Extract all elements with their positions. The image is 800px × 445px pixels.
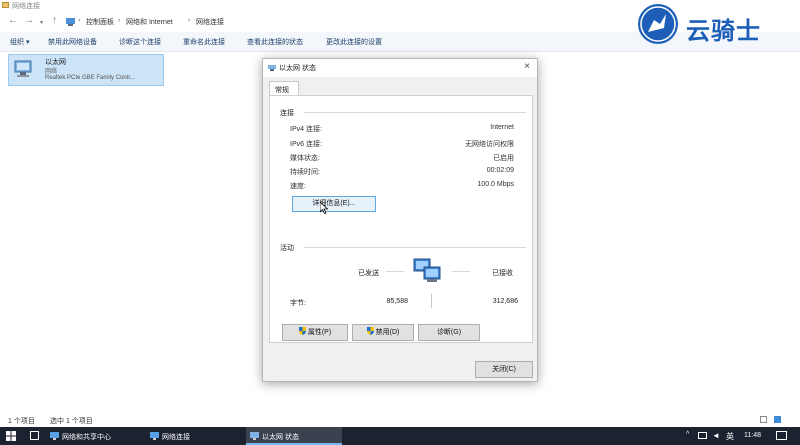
- disable-button[interactable]: 禁用(D): [352, 324, 414, 341]
- dialog-title: 以太网 状态: [279, 65, 316, 72]
- activity-section-header: 活动: [280, 245, 294, 252]
- taskbar-item-label: 以太网 状态: [262, 434, 299, 441]
- clock[interactable]: 11:48: [744, 432, 761, 439]
- breadcrumb-separator: ›: [78, 17, 81, 24]
- forward-button[interactable]: →: [24, 16, 34, 26]
- volume-icon[interactable]: ◄: [712, 431, 720, 440]
- taskbar-item-network-center[interactable]: 网络和共享中心: [46, 427, 140, 445]
- tab-general[interactable]: 常规: [269, 81, 299, 96]
- bytes-received-value: 312,686: [492, 298, 518, 305]
- details-button[interactable]: 详细信息(E)...: [292, 196, 376, 212]
- knight-logo-icon: [638, 4, 678, 44]
- connection-section-header: 连接: [280, 110, 294, 117]
- dialog-titlebar: 以太网 状态 ×: [263, 59, 537, 77]
- media-state-value: 已启用: [493, 155, 514, 162]
- back-button[interactable]: ←: [8, 16, 18, 26]
- item-status: 网络: [45, 69, 58, 75]
- control-panel-icon: [66, 18, 75, 26]
- control-panel-icon: [50, 432, 59, 440]
- taskbar-item-network-connections[interactable]: 网络连接: [146, 427, 242, 445]
- received-line: [452, 271, 470, 272]
- tab-general-label: 常规: [275, 87, 289, 94]
- watermark-text: 云骑士: [686, 18, 761, 45]
- network-tray-icon[interactable]: [698, 432, 707, 439]
- ipv4-value: Internet: [490, 124, 514, 131]
- taskbar-item-label: 网络连接: [162, 434, 190, 441]
- notification-icon[interactable]: [776, 431, 787, 440]
- tab-panel-general: 连接 IPv4 连接: Internet IPv6 连接: 无网络访问权限 媒体…: [269, 95, 533, 343]
- disable-device-command[interactable]: 禁用此网络设备: [48, 37, 97, 47]
- bytes-sent-value: 85,588: [386, 298, 408, 305]
- speed-value: 100.0 Mbps: [477, 181, 514, 188]
- properties-button[interactable]: 属性(P): [282, 324, 348, 341]
- ethernet-status-dialog: 以太网 状态 × 常规 连接 IPv4 连接: Internet IPv6 连接…: [262, 58, 538, 382]
- shield-icon: [366, 327, 374, 335]
- item-count: 1 个项目: [8, 418, 35, 425]
- diagnose-command[interactable]: 诊断这个连接: [119, 37, 161, 47]
- taskbar-item-label: 网络和共享中心: [62, 434, 111, 441]
- network-icon: [250, 432, 259, 440]
- status-bar: 1 个项目 选中 1 个项目: [0, 414, 800, 427]
- mouse-cursor-icon: [320, 202, 328, 214]
- disable-label: 禁用(D): [375, 329, 400, 336]
- breadcrumb-network-connections[interactable]: 网络连接: [196, 17, 224, 27]
- media-state-label: 媒体状态:: [290, 155, 320, 162]
- bytes-label: 字节:: [290, 300, 306, 307]
- close-button[interactable]: 关闭(C): [475, 361, 533, 378]
- task-view-icon[interactable]: [30, 431, 39, 440]
- window-title: 网络连接: [12, 3, 40, 10]
- ipv6-value: 无网络访问权限: [465, 141, 514, 148]
- change-settings-command[interactable]: 更改此连接的设置: [326, 37, 382, 47]
- dialog-close-button[interactable]: ×: [524, 61, 530, 72]
- show-hidden-icons[interactable]: ^: [686, 431, 689, 438]
- breadcrumb-control-panel[interactable]: 控制面板: [86, 17, 114, 27]
- network-activity-icon: [413, 258, 441, 282]
- ime-indicator[interactable]: 英: [726, 431, 734, 442]
- folder-icon: [2, 2, 9, 8]
- watermark-logo: 云骑士: [636, 2, 796, 46]
- view-status-command[interactable]: 查看此连接的状态: [247, 37, 303, 47]
- breadcrumb-network-internet[interactable]: 网络和 Internet: [126, 17, 173, 27]
- taskbar-item-ethernet-status[interactable]: 以太网 状态: [246, 427, 342, 445]
- bytes-divider: [431, 294, 432, 308]
- start-icon[interactable]: [6, 431, 16, 441]
- control-panel-icon: [150, 432, 159, 440]
- breadcrumb-separator: ›: [188, 17, 191, 24]
- organize-menu[interactable]: 组织 ▾: [10, 37, 29, 47]
- item-adapter: Realtek PCIe GBE Family Contr...: [45, 75, 136, 81]
- ipv6-label: IPv6 连接:: [290, 141, 322, 148]
- sent-label: 已发送: [358, 270, 379, 277]
- up-button[interactable]: ↑: [52, 16, 57, 26]
- organize-label: 组织: [10, 39, 24, 46]
- details-view-icon[interactable]: [760, 416, 767, 423]
- duration-value: 00:02:09: [486, 167, 514, 174]
- selected-count: 选中 1 个项目: [50, 418, 93, 425]
- sent-line: [386, 271, 404, 272]
- rename-command[interactable]: 重命名此连接: [183, 37, 225, 47]
- network-item-ethernet[interactable]: 以太网 网络 Realtek PCIe GBE Family Contr...: [8, 54, 164, 86]
- shield-icon: [298, 327, 306, 335]
- ipv4-label: IPv4 连接:: [290, 126, 322, 133]
- breadcrumb-separator: ›: [118, 17, 121, 24]
- received-label: 已接收: [492, 270, 513, 277]
- network-icon: [268, 65, 276, 71]
- breadcrumb[interactable]: › 控制面板 › 网络和 Internet › 网络连接: [64, 15, 624, 29]
- diagnose-button[interactable]: 诊断(G): [418, 324, 480, 341]
- taskbar: 网络和共享中心 网络连接 以太网 状态 ^ ◄ 英 11:48: [0, 427, 800, 445]
- duration-label: 持续时间:: [290, 169, 320, 176]
- network-adapter-icon: [14, 60, 32, 77]
- large-icons-view-icon[interactable]: [774, 416, 781, 423]
- recent-dropdown-icon[interactable]: ▾: [40, 18, 43, 28]
- speed-label: 速度:: [290, 183, 306, 190]
- section-divider: [304, 112, 526, 113]
- section-divider: [304, 247, 526, 248]
- properties-label: 属性(P): [307, 329, 332, 336]
